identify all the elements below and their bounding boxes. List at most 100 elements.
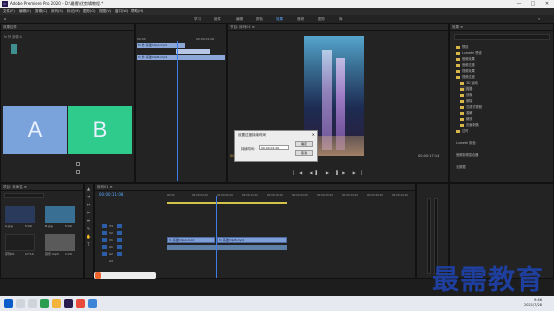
workspace-tab-editing[interactable]: 编辑 [236,17,243,22]
effects-item[interactable]: 3D 运动 [460,80,478,85]
track-target-toggle[interactable] [117,245,122,249]
track-target-toggle[interactable] [102,224,107,228]
effects-item[interactable]: 音频剪辑混合器 [456,152,478,157]
workspace-tab-learn[interactable]: 学习 [194,17,201,22]
workspace-tab-graphics[interactable]: 图形 [318,17,325,22]
effects-search-input[interactable] [454,34,550,40]
ec-transition-block[interactable] [176,49,210,54]
effects-item[interactable]: 元数据 [456,164,466,169]
track-target-toggle[interactable] [117,231,122,235]
effects-item-selected[interactable]: 内滑 [460,86,473,91]
search-taskbar-icon[interactable] [16,299,25,308]
timeline-clip-b[interactable]: fx 基础ClipB.mp4 [217,237,287,243]
pen-tool-icon[interactable]: ✎ [86,226,91,231]
project-search-input[interactable] [4,193,44,198]
folder-icon[interactable] [52,299,61,308]
menu-graphics[interactable]: 图形(G) [83,9,95,14]
effects-item[interactable]: Lumetri 预设 [456,50,482,55]
menu-clip[interactable]: 剪辑(C) [35,9,47,14]
hand-tool-icon[interactable]: ✋ [86,234,91,239]
track-target-toggle[interactable] [102,252,107,256]
track-target-toggle[interactable] [117,252,122,256]
dialog-close-icon[interactable]: ✕ [312,132,315,137]
start-icon[interactable] [4,299,13,308]
menu-window[interactable]: 窗口(W) [115,9,128,14]
checkbox-reverse[interactable] [76,162,80,166]
floating-toolbar[interactable] [94,272,156,279]
transport-controls[interactable]: ▏◀ ◀▌ ▶ ▌▶ ▶▕ [293,170,365,175]
task-view-icon[interactable] [28,299,37,308]
workspace-tab-assembly[interactable]: 组件 [214,17,221,22]
track-target-toggle[interactable] [102,245,107,249]
ripple-edit-icon[interactable]: ↔ [86,202,91,207]
slip-tool-icon[interactable]: ⇹ [86,218,91,223]
effects-item[interactable]: 过时 [456,128,468,133]
track-select-icon[interactable]: ⇥ [86,194,91,199]
project-thumb-audio[interactable] [45,234,75,251]
cancel-button[interactable]: 取消 [295,150,313,156]
premiere-taskbar-icon[interactable] [64,299,73,308]
minimize-button[interactable]: — [512,0,526,8]
home-icon[interactable]: ⌂ [4,16,7,21]
close-button[interactable]: ✕ [540,0,554,8]
track-target-toggle[interactable] [117,238,122,242]
workspace-tab-libraries[interactable]: 库 [339,17,343,22]
work-area-bar[interactable] [167,202,287,204]
program-monitor-header[interactable]: 节目: 序列01 ≡ [228,24,448,31]
duration-input[interactable]: 00:00:01:00 [259,145,289,150]
effects-item[interactable]: 划像 [460,92,472,97]
track-target-toggle[interactable] [102,238,107,242]
track-target-toggle[interactable] [102,231,107,235]
effects-item[interactable]: Lumetri 颜色 [456,140,476,145]
track-label: A1 [109,245,113,249]
audio-clip[interactable] [167,245,287,250]
browser-icon[interactable] [40,299,49,308]
effects-item[interactable]: 视频效果 [456,68,475,73]
menu-marker[interactable]: 标记(M) [67,9,80,14]
ec-playhead[interactable] [177,41,178,181]
app-taskbar-icon[interactable] [76,299,85,308]
project-thumb-b[interactable] [45,206,75,223]
project-thumb-seq[interactable] [5,234,35,251]
effects-item[interactable]: 沉浸式视频 [460,104,482,109]
tower-left [322,50,332,150]
effects-item[interactable]: 页面剥落 [460,122,479,127]
timeline-clip-a[interactable]: fx 基础ClipA.mp4 [167,237,215,243]
menu-sequence[interactable]: 序列(S) [51,9,63,14]
timeline-header[interactable]: 序列01 ≡ [95,184,415,191]
timeline-timecode[interactable]: 00:00:11:08 [99,192,123,197]
menu-file[interactable]: 文件(F) [3,9,15,14]
workspace-tab-effects[interactable]: 效果 [276,17,283,22]
track-target-toggle[interactable] [117,224,122,228]
workspace-tab-audio[interactable]: 音频 [297,17,304,22]
timeline-playhead[interactable] [216,196,217,278]
menu-view[interactable]: 视图(V) [99,9,111,14]
taskbar-clock[interactable]: 9:46 2021/7/28 [524,298,542,308]
effects-item[interactable]: 缩放 [460,116,472,121]
effects-item[interactable]: 音频过渡 [456,62,475,67]
checkbox-antialias[interactable] [76,170,80,174]
project-item-name: 序列01 [5,252,15,256]
effects-item[interactable]: 擦除 [460,98,472,103]
ok-button[interactable]: 确定 [295,141,313,147]
taskbar-date: 2021/7/28 [524,303,542,307]
effects-item[interactable]: 预设 [456,44,468,49]
search-icon[interactable]: ⌕ [538,16,540,21]
effects-item[interactable]: 溶解 [460,110,472,115]
type-tool-icon[interactable]: T [86,242,91,247]
project-thumb-a[interactable] [5,206,35,223]
menu-edit[interactable]: 编辑(E) [19,9,31,14]
razor-tool-icon[interactable]: ✂ [86,210,91,215]
maximize-button[interactable]: □ [526,0,540,8]
source-panel-header[interactable]: 效果控件 [1,24,134,31]
selection-tool-icon[interactable]: ▲ [86,186,91,191]
watermark: 最需教育 [432,265,544,296]
effects-item[interactable]: 音频效果 [456,56,475,61]
workspace-tab-color[interactable]: 颜色 [256,17,263,22]
menu-help[interactable]: 帮助(H) [131,9,143,14]
effects-item[interactable]: 视频过渡 [456,74,475,79]
ec-clip-b[interactable]: fx 外 基础ClipB.mp4 [137,55,225,60]
effects-panel-header[interactable]: 效果 ≡ [450,24,553,31]
project-panel-header[interactable]: 项目: 未命名 ≡ [1,184,83,191]
app-taskbar-icon[interactable] [88,299,97,308]
